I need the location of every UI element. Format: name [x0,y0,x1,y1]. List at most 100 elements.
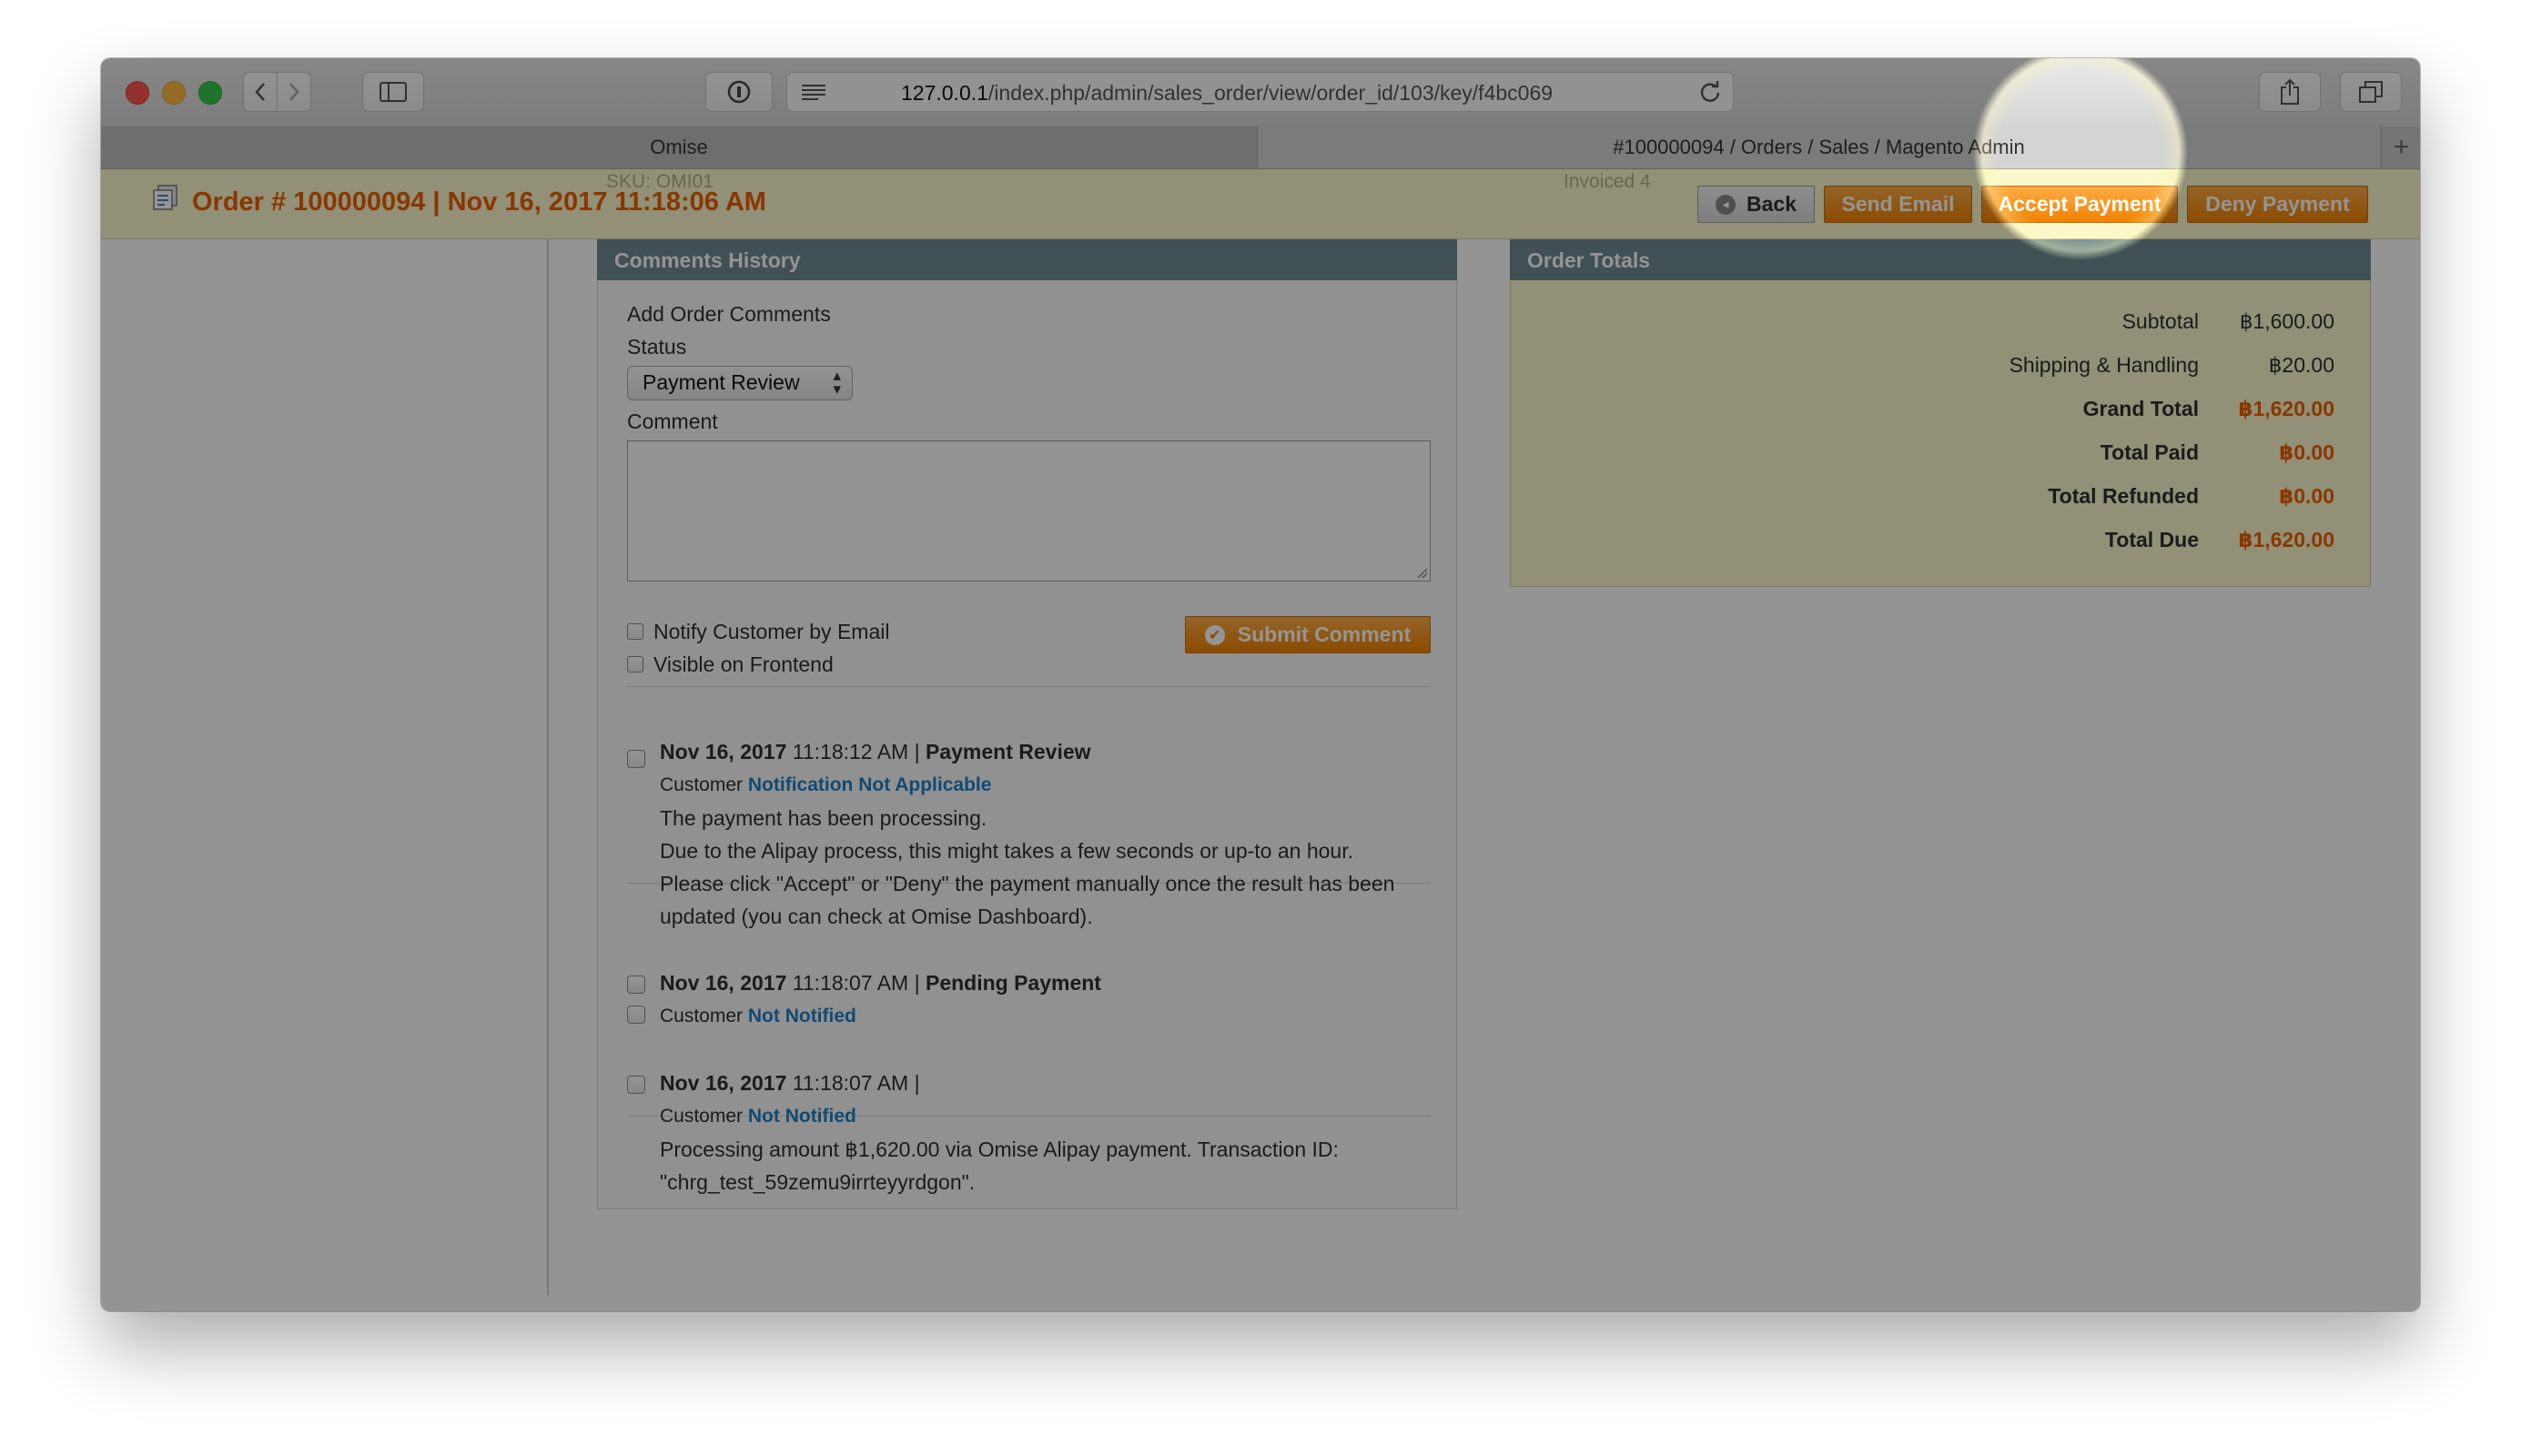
totals-label: Subtotal [2121,309,2199,333]
totals-value: ฿1,600.00 [2239,309,2334,333]
browser-back-button[interactable] [243,72,278,112]
totals-value: ฿1,620.00 [2238,528,2334,551]
reload-icon[interactable] [1698,80,1722,104]
tab-omise[interactable]: Omise [101,126,1258,168]
history-text-line: The payment has been processing. [660,806,987,830]
totals-row-total-paid: Total Paid ฿0.00 [1511,431,2372,475]
back-button-label: Back [1746,192,1797,216]
zoom-window-button[interactable] [198,81,222,105]
accept-payment-button[interactable]: Accept Payment [1981,186,2178,223]
history-entry-checkbox[interactable] [627,1076,645,1094]
minimize-window-button[interactable] [162,81,186,105]
comment-label: Comment [627,410,718,433]
resize-grip-icon[interactable] [1415,566,1428,579]
totals-row-subtotal: Subtotal ฿1,600.00 [1511,300,2372,344]
notification-status: Notification Not Applicable [747,774,992,795]
totals-label: Total Refunded [2048,484,2199,508]
page-title: Order # 100000094 | Nov 16, 2017 11:18:0… [192,187,766,217]
history-time: 11:18:07 AM [792,971,909,995]
address-bar[interactable]: 127.0.0.1/index.php/admin/sales_order/vi… [786,72,1734,112]
tab-magento-order[interactable]: #100000094 / Orders / Sales / Magento Ad… [1258,126,2380,168]
history-text-line: Due to the Alipay process, this might ta… [660,839,1353,863]
totals-value: ฿1,620.00 [2238,397,2334,420]
history-status: Payment Review [925,740,1091,763]
history-entry-checkbox[interactable] [627,750,645,768]
customer-label: Customer [660,774,744,795]
history-time: 11:18:12 AM [792,740,909,763]
add-order-comments-label: Add Order Comments [627,302,831,326]
reader-icon[interactable] [800,82,827,102]
totals-row-total-refunded: Total Refunded ฿0.00 [1511,475,2372,519]
new-tab-button[interactable]: + [2381,126,2420,168]
history-customer-line: Customer Notification Not Applicable [660,769,991,802]
totals-value: ฿0.00 [2279,484,2334,508]
notify-customer-label: Notify Customer by Email [653,620,890,643]
history-entry-heading: Nov 16, 2017 11:18:12 AM | Payment Revie… [660,735,1091,768]
back-button[interactable]: ◂ Back [1697,186,1815,223]
submit-comment-label: Submit Comment [1237,622,1412,646]
history-entry-checkbox[interactable] [627,976,645,994]
tab-overview-button[interactable] [2340,72,2402,112]
history-time: 11:18:07 AM [792,1071,909,1095]
comment-textarea[interactable] [627,440,1431,581]
sidebar-toggle-button[interactable] [362,72,424,112]
url-host: 127.0.0.1 [901,81,988,105]
history-entry-heading: Nov 16, 2017 11:18:07 AM | Pending Payme… [660,966,1101,999]
url-path: /index.php/admin/sales_order/view/order_… [987,81,1554,105]
history-date: Nov 16, 2017 [660,1071,787,1095]
status-select[interactable]: Payment Review ▴ ▾ [627,366,853,400]
history-entry-checkbox[interactable] [627,1006,645,1024]
totals-label: Total Paid [2100,440,2199,464]
visible-frontend-checkbox[interactable] [627,656,643,672]
totals-row-total-due: Total Due ฿1,620.00 [1511,519,2372,562]
browser-forward-button[interactable] [277,72,311,112]
totals-label: Total Due [2104,528,2199,551]
totals-label: Grand Total [2082,397,2199,420]
history-text-line: Processing amount ฿1,620.00 via Omise Al… [660,1138,1339,1161]
chevron-right-icon [289,83,299,101]
tab-strip: Omise #100000094 / Orders / Sales / Mage… [101,126,2420,169]
browser-window: 127.0.0.1/index.php/admin/sales_order/vi… [101,58,2420,1311]
info-icon [727,80,751,104]
totals-row-shipping: Shipping & Handling ฿20.00 [1511,344,2372,388]
history-text-line: Please click "Accept" or "Deny" the paym… [660,872,1395,895]
deny-payment-button[interactable]: Deny Payment [2187,186,2368,223]
totals-value: ฿20.00 [2268,353,2334,377]
totals-row-grand-total: Grand Total ฿1,620.00 [1511,388,2372,431]
customer-label: Customer [660,1106,744,1127]
ghost-invoiced-text: Invoiced 4 [1564,171,1651,192]
back-arrow-icon: ◂ [1716,194,1736,215]
check-circle-icon: ✔ [1204,624,1225,645]
sidebar-icon [380,82,407,102]
url-text: 127.0.0.1/index.php/admin/sales_order/vi… [901,81,1629,106]
order-totals-header: Order Totals [1510,239,2371,280]
order-totals-panel: Subtotal ฿1,600.00 Shipping & Handling ฿… [1510,280,2371,587]
totals-label: Shipping & Handling [2009,353,2199,377]
submit-comment-button[interactable]: ✔ Submit Comment [1185,616,1431,653]
comments-history-header: Comments History [597,239,1457,280]
history-text-line: updated (you can check at Omise Dashboar… [660,905,1093,928]
history-status: Pending Payment [925,971,1101,995]
close-window-button[interactable] [126,81,149,105]
history-date: Nov 16, 2017 [660,971,787,995]
notification-status: Not Notified [747,1006,856,1026]
comments-history-panel: Add Order Comments Status Payment Review… [597,280,1457,1209]
status-select-value: Payment Review [643,370,800,394]
history-entry-heading: Nov 16, 2017 11:18:07 AM | [660,1067,920,1099]
chevron-left-icon [255,83,265,101]
order-icon [153,185,177,210]
tabs-overview-icon [2359,81,2383,103]
notify-customer-checkbox[interactable] [627,623,643,640]
status-label: Status [627,335,687,359]
history-text-line: "chrg_test_59zemu9irrteyyrdgon". [660,1170,976,1194]
privacy-report-button[interactable] [705,72,773,112]
share-button[interactable] [2259,72,2321,112]
order-header-bar: SKU: OMI01 Invoiced 4 Order # 100000094 … [101,169,2420,239]
history-separator: | [914,1071,920,1095]
notification-status: Not Notified [747,1106,856,1127]
history-customer-line: Customer Not Notified [660,1100,856,1133]
page-content: SKU: OMI01 Invoiced 4 Order # 100000094 … [101,169,2420,1311]
customer-label: Customer [660,1006,744,1026]
history-customer-line: Customer Not Notified [660,1000,856,1033]
send-email-button[interactable]: Send Email [1824,186,1972,223]
